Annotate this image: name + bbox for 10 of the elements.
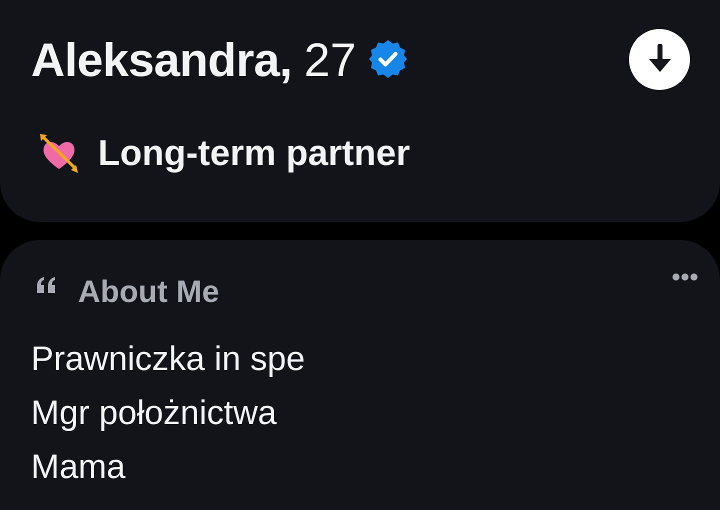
bio-line: Mama [31, 447, 126, 488]
heart-with-arrow-icon [38, 132, 80, 174]
bio-line: Mgr położnictwa [31, 393, 278, 434]
quote-icon [36, 277, 56, 293]
relationship-goal: Long-term partner [98, 132, 410, 174]
profile-age: 27 [304, 32, 356, 86]
bio-line: Prawniczka in spe [31, 339, 306, 380]
more-options-icon[interactable] [672, 272, 698, 282]
section-heading: About Me [78, 274, 220, 310]
profile-name: Aleksandra, [31, 32, 292, 86]
